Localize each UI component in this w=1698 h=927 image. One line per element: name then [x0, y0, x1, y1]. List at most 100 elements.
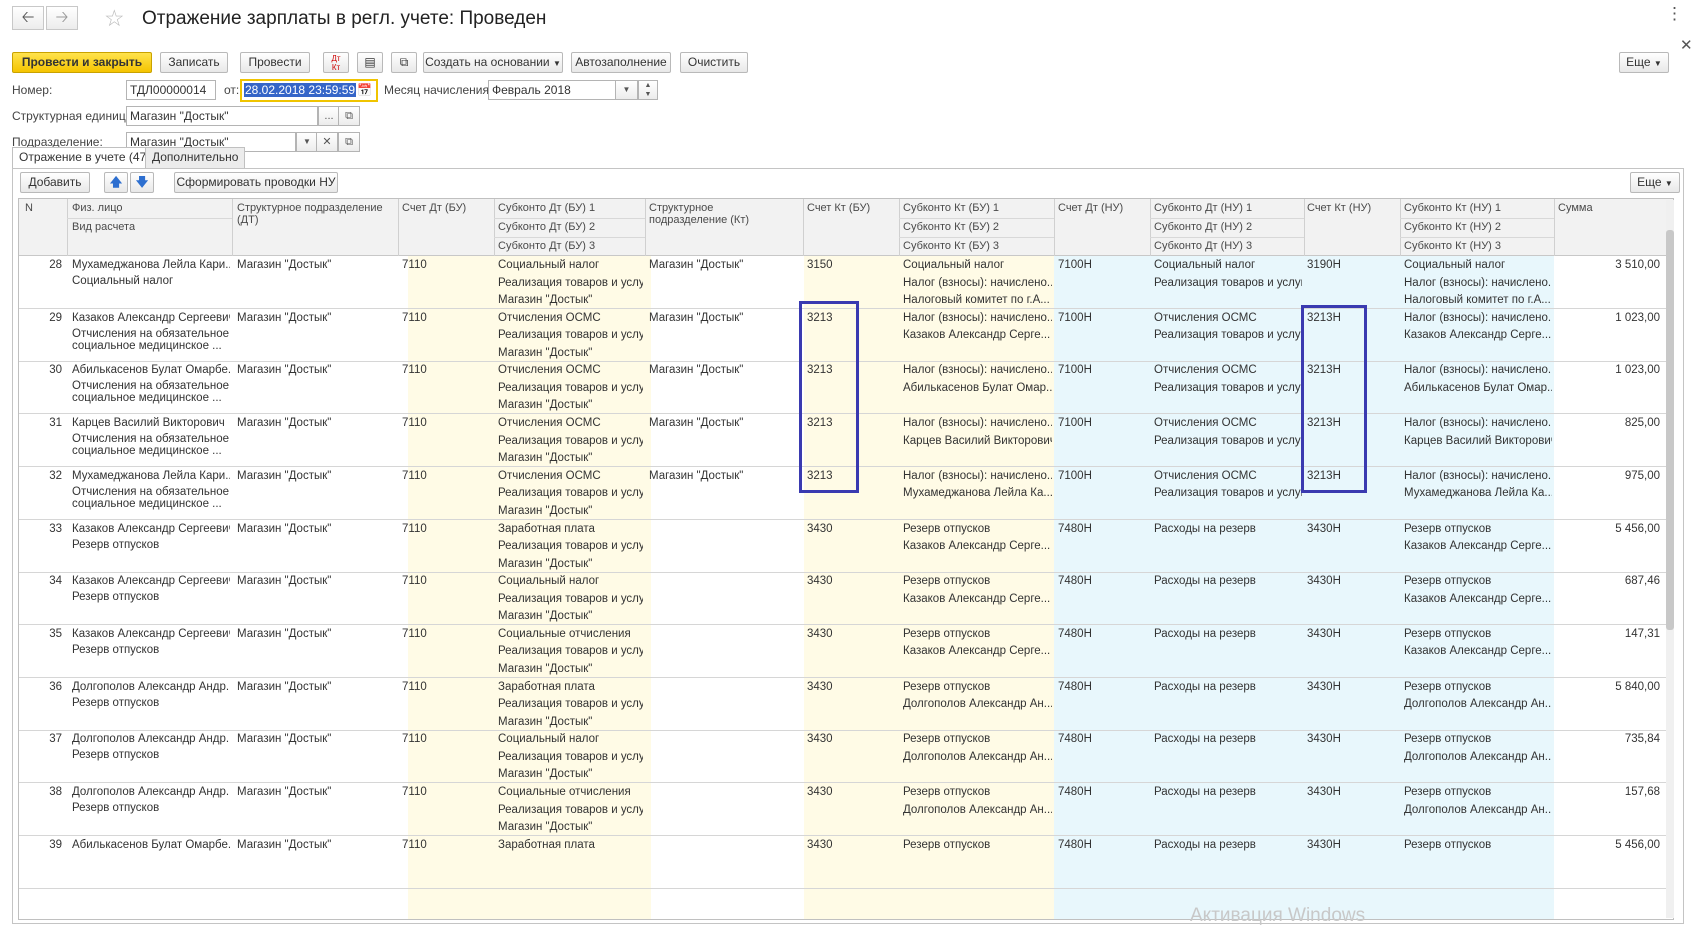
header-sub-kt-bu3[interactable]: Субконто Кт (БУ) 3 — [903, 240, 999, 252]
cell-skt-nu[interactable]: Резерв отпусков — [1404, 573, 1552, 590]
header-sub-dt-bu3[interactable]: Субконто Дт (БУ) 3 — [498, 240, 595, 252]
cell-sdt[interactable]: Заработная плата — [498, 679, 643, 696]
cell-sdt-nu[interactable]: Социальный налог — [1154, 257, 1302, 274]
cell-n[interactable]: 28 — [24, 257, 62, 274]
cell-calc-type[interactable]: Резерв отпусков — [72, 644, 232, 657]
cell-calc-type[interactable]: социальное медицинское ... — [72, 445, 232, 458]
cell-skt-nu[interactable]: Резерв отпусков — [1404, 626, 1552, 643]
cell-sdt[interactable]: Социальный налог — [498, 573, 643, 590]
cell-sum[interactable]: 5 840,00 — [1558, 679, 1660, 696]
cell-sdt[interactable]: Магазин "Достык" — [498, 608, 643, 625]
cell-sdt-nu[interactable]: Отчисления ОСМС — [1154, 468, 1302, 485]
report-icon[interactable]: ▤ — [357, 52, 383, 73]
cell-sdt[interactable]: Реализация товаров и услуг — [498, 696, 643, 713]
generate-nu-button[interactable]: Сформировать проводки НУ — [174, 172, 338, 193]
cell-skt-nu[interactable]: Резерв отпусков — [1404, 679, 1552, 696]
cell-n[interactable]: 29 — [24, 310, 62, 327]
unit-select-button[interactable]: ... — [318, 106, 340, 126]
calendar-icon[interactable]: 📅 — [357, 81, 372, 99]
cell-sdt-nu[interactable]: Реализация товаров и услуг — [1154, 275, 1302, 292]
cell-acc-dt[interactable]: 7110 — [402, 626, 492, 643]
cell-dept-dt[interactable]: Магазин "Достык" — [237, 257, 395, 274]
header-dept-dt[interactable]: Структурное подразделение — [237, 202, 383, 214]
cell-dept-dt[interactable]: Магазин "Достык" — [237, 521, 395, 538]
cell-skt-nu[interactable]: Резерв отпусков — [1404, 837, 1552, 854]
chevron-down-icon[interactable]: ▼ — [296, 132, 318, 152]
autofill-button[interactable]: Автозаполнение — [571, 52, 671, 73]
open-icon[interactable]: ⧉ — [338, 106, 360, 126]
cell-skt-nu[interactable]: Казаков Александр Серге... — [1404, 327, 1552, 344]
create-based-button[interactable]: Создать на основании ▼ — [423, 52, 563, 73]
cell-person[interactable]: Казаков Александр Сергеевич — [72, 521, 230, 538]
cell-skt[interactable]: Резерв отпусков — [903, 573, 1052, 590]
cell-skt-nu[interactable]: Налог (взносы): начислено... — [1404, 310, 1552, 327]
more-button[interactable]: Еще ▼ — [1619, 52, 1669, 73]
header-sub-dt-bu2[interactable]: Субконто Дт (БУ) 2 — [498, 221, 595, 233]
table-row[interactable]: 36 Долгополов Александр Андр... Магазин "Д… — [19, 678, 1673, 731]
cell-n[interactable]: 31 — [24, 415, 62, 432]
month-spinner[interactable]: ▲ ▼ — [638, 80, 658, 100]
table-row[interactable]: 37 Долгополов Александр Андр... Магазин "Д… — [19, 730, 1673, 784]
header-sum[interactable]: Сумма — [1558, 202, 1593, 214]
cell-acc-kt[interactable]: 3430 — [807, 784, 897, 801]
cell-sdt[interactable]: Социальные отчисления — [498, 784, 643, 801]
cell-n[interactable]: 34 — [24, 573, 62, 590]
number-field[interactable]: ТДЛ00000014 — [126, 80, 216, 100]
cell-skt[interactable]: Долгополов Александр Ан... — [903, 802, 1052, 819]
cell-skt[interactable]: Налог (взносы): начислено... — [903, 275, 1052, 292]
cell-acc-dt[interactable]: 7110 — [402, 362, 492, 379]
cell-sdt[interactable]: Магазин "Достык" — [498, 450, 643, 467]
cell-sdt[interactable]: Заработная плата — [498, 521, 643, 538]
cell-sdt-nu[interactable]: Отчисления ОСМС — [1154, 310, 1302, 327]
cell-skt[interactable]: Казаков Александр Серге... — [903, 327, 1052, 344]
cell-acc-kt-nu[interactable]: 3430Н — [1307, 731, 1397, 748]
cell-skt[interactable]: Долгополов Александр Ан... — [903, 749, 1052, 766]
cell-acc-kt-nu[interactable]: 3190Н — [1307, 257, 1397, 274]
cell-skt[interactable]: Налог (взносы): начислено... — [903, 468, 1052, 485]
cell-sdt-nu[interactable]: Расходы на резерв — [1154, 731, 1302, 748]
cell-calc-type[interactable]: Резерв отпусков — [72, 697, 232, 710]
vertical-dots-icon[interactable]: ⋮ — [1666, 4, 1683, 24]
cell-skt-nu[interactable]: Социальный налог — [1404, 257, 1552, 274]
cell-acc-dt-nu[interactable]: 7100Н — [1058, 415, 1148, 432]
cell-acc-kt[interactable]: 3430 — [807, 521, 897, 538]
cell-sdt[interactable]: Реализация товаров и услуг — [498, 485, 643, 502]
cell-person[interactable]: Долгополов Александр Андр... — [72, 679, 230, 696]
cell-sum[interactable]: 1 023,00 — [1558, 310, 1660, 327]
cell-acc-dt[interactable]: 7110 — [402, 521, 492, 538]
cell-acc-kt[interactable]: 3430 — [807, 573, 897, 590]
cell-sdt-nu[interactable]: Отчисления ОСМС — [1154, 415, 1302, 432]
cell-skt-nu[interactable]: Долгополов Александр Ан... — [1404, 802, 1552, 819]
cell-person[interactable]: Казаков Александр Сергеевич — [72, 573, 230, 590]
arrow-down-icon[interactable]: 🡇 — [130, 172, 154, 193]
cell-acc-kt[interactable]: 3430 — [807, 837, 897, 854]
cell-person[interactable]: Мухамеджанова Лейла Кари... — [72, 468, 230, 485]
cell-skt[interactable]: Налог (взносы): начислено... — [903, 362, 1052, 379]
cell-skt-nu[interactable]: Резерв отпусков — [1404, 784, 1552, 801]
cell-skt[interactable]: Резерв отпусков — [903, 731, 1052, 748]
arrow-up-icon[interactable]: 🡅 — [104, 172, 128, 193]
cell-n[interactable]: 39 — [24, 837, 62, 854]
back-button[interactable]: 🡠 — [12, 6, 44, 30]
header-sub-kt-nu2[interactable]: Субконто Кт (НУ) 2 — [1404, 221, 1501, 233]
cell-sdt[interactable]: Магазин "Достык" — [498, 397, 643, 414]
header-sub-dt-nu1[interactable]: Субконто Дт (НУ) 1 — [1154, 202, 1252, 214]
cell-skt-nu[interactable]: Налог (взносы): начислено... — [1404, 362, 1552, 379]
header-acc-kt-nu[interactable]: Счет Кт (НУ) — [1307, 202, 1371, 214]
cell-sdt[interactable]: Реализация товаров и услуг — [498, 749, 643, 766]
cell-dept-dt[interactable]: Магазин "Достык" — [237, 731, 395, 748]
cell-sdt-nu[interactable]: Расходы на резерв — [1154, 837, 1302, 854]
cell-dept-dt[interactable]: Магазин "Достык" — [237, 837, 395, 854]
cell-dept-dt[interactable]: Магазин "Достык" — [237, 310, 395, 327]
table-row[interactable]: 38 Долгополов Александр Андр... Магазин "Д… — [19, 783, 1673, 836]
cell-person[interactable]: Мухамеджанова Лейла Кари... — [72, 257, 230, 274]
cell-sum[interactable]: 825,00 — [1558, 415, 1660, 432]
cell-sum[interactable]: 5 456,00 — [1558, 521, 1660, 538]
cell-sum[interactable]: 3 510,00 — [1558, 257, 1660, 274]
cell-acc-kt-nu[interactable]: 3430Н — [1307, 679, 1397, 696]
header-dept-kt[interactable]: Структурное — [649, 202, 713, 214]
cell-sum[interactable]: 157,68 — [1558, 784, 1660, 801]
cell-skt-nu[interactable]: Налог (взносы): начислено... — [1404, 275, 1552, 292]
header-sub-dt-nu2[interactable]: Субконто Дт (НУ) 2 — [1154, 221, 1252, 233]
cell-dept-dt[interactable]: Магазин "Достык" — [237, 362, 395, 379]
